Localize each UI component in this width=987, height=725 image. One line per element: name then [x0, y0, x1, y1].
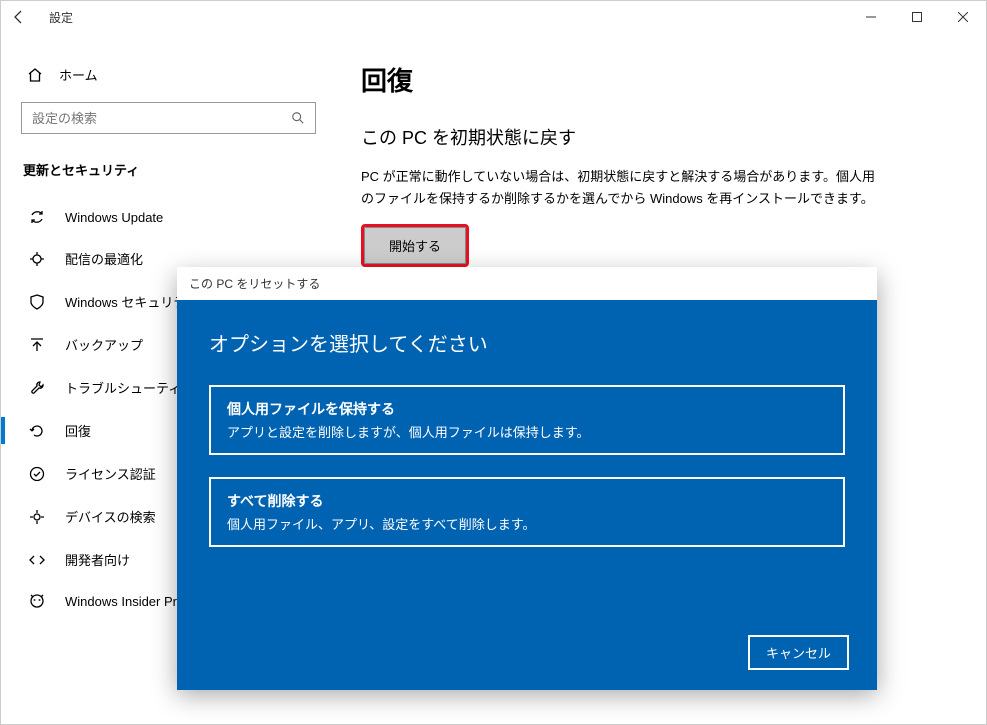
search-input[interactable] — [32, 111, 291, 126]
shield-icon — [29, 294, 45, 310]
optimization-icon — [29, 251, 45, 267]
option-title: 個人用ファイルを保持する — [227, 399, 827, 419]
dialog-heading: オプションを選択してください — [209, 328, 845, 357]
window-controls — [848, 1, 986, 33]
subsection-title: この PC を初期状態に戻す — [361, 124, 956, 150]
window-title: 設定 — [49, 9, 73, 26]
titlebar-left: 設定 — [9, 7, 73, 27]
option-keep-files[interactable]: 個人用ファイルを保持する アプリと設定を削除しますが、個人用ファイルは保持します… — [209, 385, 845, 455]
sidebar-item-label: 回復 — [65, 421, 91, 440]
page-title: 回復 — [361, 61, 956, 98]
option-title: すべて削除する — [227, 491, 827, 511]
option-desc: アプリと設定を削除しますが、個人用ファイルは保持します。 — [227, 422, 827, 441]
sidebar-item-label: 開発者向け — [65, 550, 130, 569]
search-icon — [291, 111, 305, 125]
sidebar-item-label: バックアップ — [65, 335, 143, 354]
start-button[interactable]: 開始する — [364, 227, 466, 264]
wrench-icon — [29, 380, 45, 396]
backup-icon — [29, 337, 45, 353]
titlebar: 設定 — [1, 1, 986, 33]
home-label: ホーム — [59, 65, 98, 84]
search-box[interactable] — [21, 102, 316, 134]
body-text: PC が正常に動作していない場合は、初期状態に戻すと解決する場合があります。個人… — [361, 166, 881, 210]
reset-dialog: この PC をリセットする オプションを選択してください 個人用ファイルを保持す… — [177, 267, 877, 687]
recovery-icon — [29, 423, 45, 439]
code-icon — [29, 552, 45, 568]
sidebar-item-label: Windows Update — [65, 210, 163, 225]
start-button-highlight: 開始する — [361, 224, 469, 267]
cancel-button[interactable]: キャンセル — [748, 635, 849, 670]
settings-window: 設定 ホーム — [0, 0, 987, 725]
sidebar-section-header: 更新とセキュリティ — [21, 156, 331, 197]
locate-icon — [29, 509, 45, 525]
maximize-button[interactable] — [894, 1, 940, 33]
home-icon — [27, 67, 43, 83]
dialog-title: この PC をリセットする — [177, 267, 877, 300]
back-button[interactable] — [9, 7, 29, 27]
insider-icon — [29, 593, 45, 609]
sync-icon — [29, 209, 45, 225]
close-button[interactable] — [940, 1, 986, 33]
dialog-body: オプションを選択してください 個人用ファイルを保持する アプリと設定を削除します… — [177, 300, 877, 690]
home-link[interactable]: ホーム — [21, 57, 331, 102]
option-remove-everything[interactable]: すべて削除する 個人用ファイル、アプリ、設定をすべて削除します。 — [209, 477, 845, 547]
option-desc: 個人用ファイル、アプリ、設定をすべて削除します。 — [227, 514, 827, 533]
check-circle-icon — [29, 466, 45, 482]
sidebar-item-label: 配信の最適化 — [65, 249, 143, 268]
sidebar-item-label: デバイスの検索 — [65, 507, 156, 526]
sidebar-item-label: ライセンス認証 — [65, 464, 156, 483]
minimize-button[interactable] — [848, 1, 894, 33]
sidebar-item-windows-update[interactable]: Windows Update — [21, 197, 331, 237]
